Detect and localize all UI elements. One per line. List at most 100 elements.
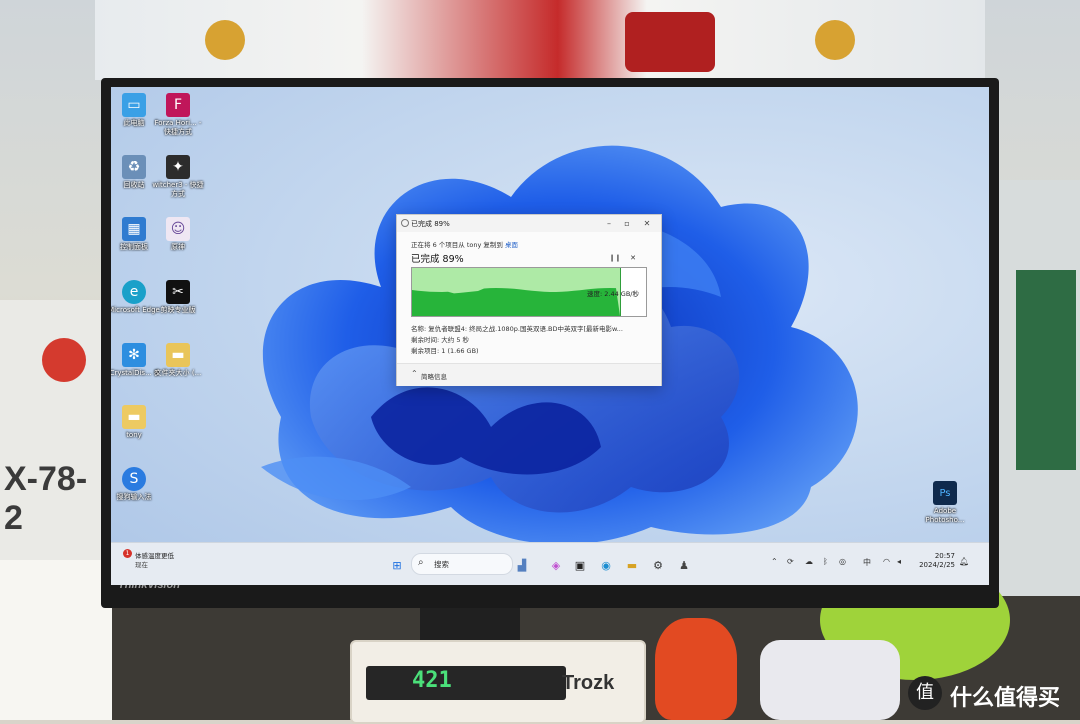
user-folder-icon: ▬ — [122, 405, 146, 429]
desktop-icon-witcher[interactable]: ✦ witcher3 - 快捷方式 — [152, 155, 204, 199]
gear-icon: ⚙ — [653, 558, 663, 572]
desktop-icon-forza[interactable]: F Forza Hori... - 快捷方式 — [152, 93, 204, 137]
close-icon: ✕ — [630, 254, 636, 262]
copy-subtitle: 正在将 6 个项目从 tony 复制到 桌面 — [411, 239, 518, 249]
control-panel-icon: ▦ — [122, 217, 146, 241]
notification-button[interactable]: 🔔︎ — [959, 557, 969, 566]
device-display — [366, 666, 566, 700]
fewer-details-button[interactable]: 简略信息 — [421, 371, 447, 381]
bluetooth-icon: ᛒ — [823, 557, 828, 566]
edge-icon: ◉ — [601, 558, 611, 572]
left-poster-panel: X-78-2 — [0, 300, 105, 560]
tray-app-1[interactable]: ⟳ — [787, 557, 794, 566]
cloud-icon: ☁ — [805, 557, 813, 566]
dialog-titlebar[interactable]: 已完成 89% – ▫ ✕ — [397, 215, 661, 232]
tray-network[interactable]: ◠ — [883, 557, 890, 566]
progress-label: 已完成 89% — [411, 254, 464, 265]
cancel-button[interactable]: ✕ — [627, 254, 639, 264]
trozk-device: 421 Trozk — [350, 640, 646, 724]
pause-button[interactable]: ❙❙ — [609, 254, 621, 264]
items-remaining-line: 剩余项目: 1 (1.66 GB) — [411, 347, 479, 355]
chevron-up-icon: ⌃ — [411, 369, 418, 378]
maximize-button[interactable]: ▫ — [619, 218, 635, 229]
sogou-icon: S — [122, 467, 146, 491]
copy-subtitle-text: 正在将 6 个项目从 tony 复制到 — [411, 241, 503, 249]
right-poster-panel — [996, 180, 1080, 640]
taskbar-app-explorer[interactable]: ▬ — [623, 556, 641, 574]
ime-indicator[interactable]: 中 — [863, 557, 871, 568]
taskbar-search[interactable]: ⌕ 搜索 — [411, 553, 513, 575]
forza-icon: F — [166, 93, 190, 117]
tray-app-2[interactable]: ☁ — [805, 557, 813, 566]
taskbar-app-widgets[interactable]: ▟ — [513, 556, 531, 574]
clock-time: 20:57 — [934, 552, 955, 560]
desktop-icon-sogou[interactable]: S 搜狗输入法 — [111, 467, 160, 502]
dialog-footer: ⌃ 简略信息 — [397, 363, 661, 386]
gundam-figure — [760, 640, 900, 720]
desktop-icon-genshin[interactable]: ☺ 原神 — [152, 217, 204, 252]
weather-line2: 现在 — [135, 561, 148, 569]
tray-overflow-button[interactable]: ⌃ — [771, 557, 778, 566]
taskbar-app-edge[interactable]: ◉ — [597, 556, 615, 574]
poster-detail-left — [205, 20, 245, 60]
taskbar-app-copilot[interactable]: ◈ — [547, 556, 565, 574]
desktop-icon-photoshop[interactable]: Ps Adobe Photosho... — [919, 481, 971, 525]
windows-icon: ⊞ — [392, 558, 402, 572]
monitor-icon: ▭ — [122, 93, 146, 117]
desktop-icon-tony[interactable]: ▬ tony — [111, 405, 160, 440]
desktop-screen: ▭ 此电脑 F Forza Hori... - 快捷方式 ♻ 回收站 ✦ wit… — [111, 87, 989, 585]
chevron-up-icon: ⌃ — [771, 557, 778, 566]
taskbar-clock[interactable]: 20:57 2024/2/25 — [907, 552, 955, 570]
file-name-line: 名称: 复仇者联盟4: 终局之战.1080p.国英双语.BD中英双字[最新电影w… — [411, 325, 623, 333]
power-symbol — [42, 338, 86, 382]
bell-icon: 🔔︎ — [959, 557, 970, 566]
desk-calendar — [0, 560, 112, 720]
destination-link[interactable]: 桌面 — [505, 241, 518, 249]
tray-app-3[interactable]: ◎ — [839, 557, 846, 566]
folder-icon: ▬ — [626, 558, 638, 572]
taskbar-app-settings[interactable]: ⚙ — [649, 556, 667, 574]
desktop-icon-folder-size[interactable]: ▬ 文件夹大小 (... — [152, 343, 204, 378]
watermark-text: 什么值得买 — [950, 686, 1061, 711]
desktop-icon-capcut[interactable]: ✂ 剪映专业版 — [152, 280, 204, 315]
tray-volume[interactable]: ◂ — [897, 557, 901, 566]
witcher-icon: ✦ — [166, 155, 190, 179]
start-button[interactable]: ⊞ — [388, 556, 406, 574]
tray-bluetooth[interactable]: ᛒ — [823, 557, 828, 566]
taskbar: 1 体感温度更低 现在 ⊞ ⌕ 搜索 ▟ ◈ ▣ ◉ ▬ ⚙ ♟ ⌃ ⟳ ☁ ᛒ… — [111, 542, 989, 585]
copy-icon — [401, 219, 409, 227]
weather-badge: 1 — [123, 549, 132, 558]
edge-icon: e — [122, 280, 146, 304]
time-remaining-line: 剩余时间: 大约 5 秒 — [411, 336, 470, 344]
pause-icon: ❙❙ — [609, 254, 621, 262]
robot-icon: ♟ — [679, 558, 689, 572]
device-brand: Trozk — [562, 672, 615, 694]
recycle-bin-icon: ♻ — [122, 155, 146, 179]
folder-icon: ▬ — [166, 343, 190, 367]
search-icon: ⌕ — [418, 557, 424, 568]
photoshop-icon: Ps — [933, 481, 957, 505]
transfer-speed: 速度: 2.44 GB/秒 — [587, 290, 639, 298]
taskbar-app-robot[interactable]: ♟ — [675, 556, 693, 574]
wifi-icon: ◠ — [883, 557, 890, 566]
device-display-number: 421 — [412, 668, 452, 693]
search-placeholder: 搜索 — [434, 560, 449, 569]
minimize-button[interactable]: – — [601, 218, 617, 229]
watermark-logo: 值 — [908, 676, 942, 710]
close-button[interactable]: ✕ — [639, 218, 655, 229]
poster-visor — [625, 12, 715, 72]
dialog-title: 已完成 89% — [411, 220, 450, 228]
volume-icon: ◂ — [897, 557, 902, 566]
clock-date: 2024/2/25 — [919, 561, 955, 569]
capcut-icon: ✂ — [166, 280, 190, 304]
taskbar-app-taskview[interactable]: ▣ — [571, 556, 589, 574]
copilot-icon: ◈ — [551, 558, 561, 572]
gundam-code: X-78-2 — [4, 460, 88, 537]
dragon-figure — [655, 618, 737, 720]
crystaldisk-icon: ✻ — [122, 343, 146, 367]
copy-progress-dialog: 已完成 89% – ▫ ✕ 正在将 6 个项目从 tony 复制到 桌面 已完成… — [396, 214, 662, 386]
poster-detail-right — [815, 20, 855, 60]
genshin-icon: ☺ — [166, 217, 190, 241]
gundam-poster — [95, 0, 985, 80]
city-icon: ▟ — [517, 558, 527, 572]
